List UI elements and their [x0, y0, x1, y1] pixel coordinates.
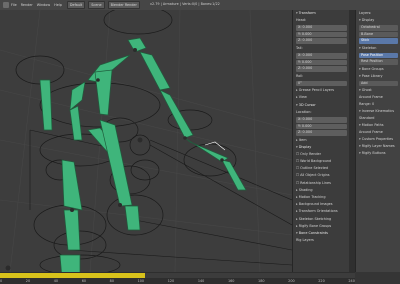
npanel-chk-row[interactable]: Relationship Lines	[293, 180, 350, 187]
npanel-fld-row[interactable]: Y: 0.000	[296, 59, 347, 66]
timeline-playback-range[interactable]	[0, 273, 145, 278]
timeline-frame-label: 80	[109, 279, 114, 283]
npanel-fld-row[interactable]: X: 0.000	[296, 25, 347, 31]
npanel-hdrc-row[interactable]: Transform Orientations	[293, 208, 350, 215]
props-hdr-row[interactable]: Motion Paths	[356, 122, 400, 129]
render-engine-selector[interactable]: Blender Render	[107, 1, 140, 9]
menu-file[interactable]: File	[9, 3, 19, 7]
layout-selector[interactable]: Default	[66, 1, 86, 9]
props-text-row: Range: 0	[359, 102, 375, 106]
npanel-hdr-row[interactable]: 3D Cursor	[293, 102, 350, 109]
timeline-frame-label: 140	[197, 279, 205, 283]
properties-editor: Layers: DisplayOctahedralB-BoneStickSkele…	[355, 10, 400, 272]
npanel-chk-row[interactable]: Only Render	[293, 151, 350, 158]
timeline-frame-label: 60	[81, 279, 87, 283]
timeline-frame-label: 120	[167, 279, 175, 283]
timeline-frame-label: 180	[258, 279, 265, 283]
props-hdr-row[interactable]: Pose Library	[356, 73, 400, 80]
timeline-track[interactable]	[145, 273, 355, 278]
npanel-chk-row[interactable]: World Background	[293, 158, 350, 165]
props-hdr-row[interactable]: Inverse Kinematics	[356, 108, 400, 115]
npanel-text-row: Rig Layers	[296, 238, 314, 243]
props-text-row: Around Frame	[359, 95, 383, 99]
npanel-chk-row[interactable]: Outline Selected	[293, 165, 350, 172]
npanel-fld-row[interactable]: Y: 0.000	[296, 31, 347, 38]
props-text-row: Standard	[359, 116, 375, 120]
props-hdr-row[interactable]: Ghost	[356, 87, 400, 94]
properties-n-panel: TransformHead:X: 0.000Y: 0.000Z: 0.000Ta…	[292, 10, 350, 272]
properties-footer	[355, 272, 400, 284]
npanel-hdrc-row[interactable]: Skeleton Sketching	[293, 216, 350, 223]
scene-selector[interactable]: Scene	[88, 1, 105, 9]
npanel-hdrc-row[interactable]: Rigify Bone Groups	[293, 223, 350, 230]
props-btn-blue-row[interactable]: Stick	[359, 38, 398, 44]
props-btn-blue-row[interactable]: Pose Position	[359, 52, 398, 58]
npanel-text-row: Roll:	[296, 73, 304, 78]
npanel-hdrc-row[interactable]: Grease Pencil Layers	[293, 87, 350, 94]
npanel-hdrc-row[interactable]: View	[293, 94, 350, 101]
props-btn-row[interactable]: Octahedral	[359, 25, 398, 31]
npanel-text-row: Location:	[296, 109, 312, 114]
armature-scene[interactable]	[0, 10, 292, 272]
npanel-text-row: Tail:	[296, 45, 303, 50]
npanel-chk-row[interactable]: All Object Origins	[293, 172, 350, 179]
npanel-hdrc-row[interactable]: Background Images	[293, 201, 350, 208]
props-text-row: Layers:	[359, 11, 372, 15]
timeline-frame-label: 40	[53, 279, 59, 283]
timeline-frame-label: 0	[0, 279, 3, 283]
npanel-hdr-row[interactable]: Display	[293, 144, 350, 151]
npanel-fld-row[interactable]: X: 0.000	[296, 53, 347, 59]
npanel-fld-row[interactable]: Z: 0.000	[296, 38, 347, 44]
props-btn-row[interactable]: Add	[359, 80, 398, 86]
timeline-frame-label: 160	[227, 279, 235, 283]
npanel-hdrc-row[interactable]: Item	[293, 137, 350, 144]
npanel-hdrc-row[interactable]: Shading	[293, 187, 350, 194]
window-title-stats: v2.79 | Armature | Verts:0/0 | Bones:1/2…	[150, 2, 220, 6]
props-btn-row[interactable]: B-Bone	[359, 31, 398, 37]
npanel-fld-row[interactable]: 0°	[296, 80, 347, 87]
viewport-grid	[0, 10, 292, 272]
timeline-frame-marks: 0 20 40 60 80 100 120 140 160 180 200 220 240	[0, 279, 355, 284]
timeline-frame-label: 100	[137, 279, 145, 283]
npanel-hdr-row[interactable]: Transform	[293, 10, 350, 17]
props-hdr-row[interactable]: Display	[356, 17, 400, 24]
npanel-fld-row[interactable]: Y: 0.000	[296, 123, 347, 129]
timeline-frame-label: 20	[25, 279, 31, 283]
timeline-frame-label: 200	[288, 279, 295, 283]
npanel-fld-row[interactable]: Z: 0.000	[296, 130, 347, 136]
npanel-hdrc-row[interactable]: Motion Tracking	[293, 194, 350, 201]
menu-window[interactable]: Window	[35, 3, 52, 7]
props-hdr-row[interactable]: Skeleton	[356, 45, 400, 52]
npanel-text-row: Head:	[296, 18, 307, 23]
npanel-fld-row[interactable]: Z: 0.000	[296, 66, 347, 72]
props-btn-row[interactable]: Rest Position	[359, 59, 398, 65]
npanel-hdr-row[interactable]: Bone Constraints	[293, 230, 350, 237]
armature-bones[interactable]	[39, 37, 247, 272]
menu-help[interactable]: Help	[52, 3, 64, 7]
3d-viewport[interactable]	[0, 10, 292, 272]
timeline-frame-label: 220	[318, 279, 325, 283]
props-text-row: Around Frame	[359, 130, 383, 134]
menu-render[interactable]: Render	[19, 3, 35, 7]
npanel-fld-row[interactable]: X: 0.000	[296, 117, 347, 123]
timeline[interactable]: 0 20 40 60 80 100 120 140 160 180 200 220 240	[0, 272, 355, 284]
props-hdr-row[interactable]: Rigify Layer Names	[356, 143, 400, 150]
timeline-frame-label: 240	[348, 279, 355, 283]
props-hdr-row[interactable]: Rigify Buttons	[356, 150, 400, 157]
props-hdr-row[interactable]: Custom Properties	[356, 136, 400, 143]
props-hdr-row[interactable]: Bone Groups	[356, 66, 400, 73]
